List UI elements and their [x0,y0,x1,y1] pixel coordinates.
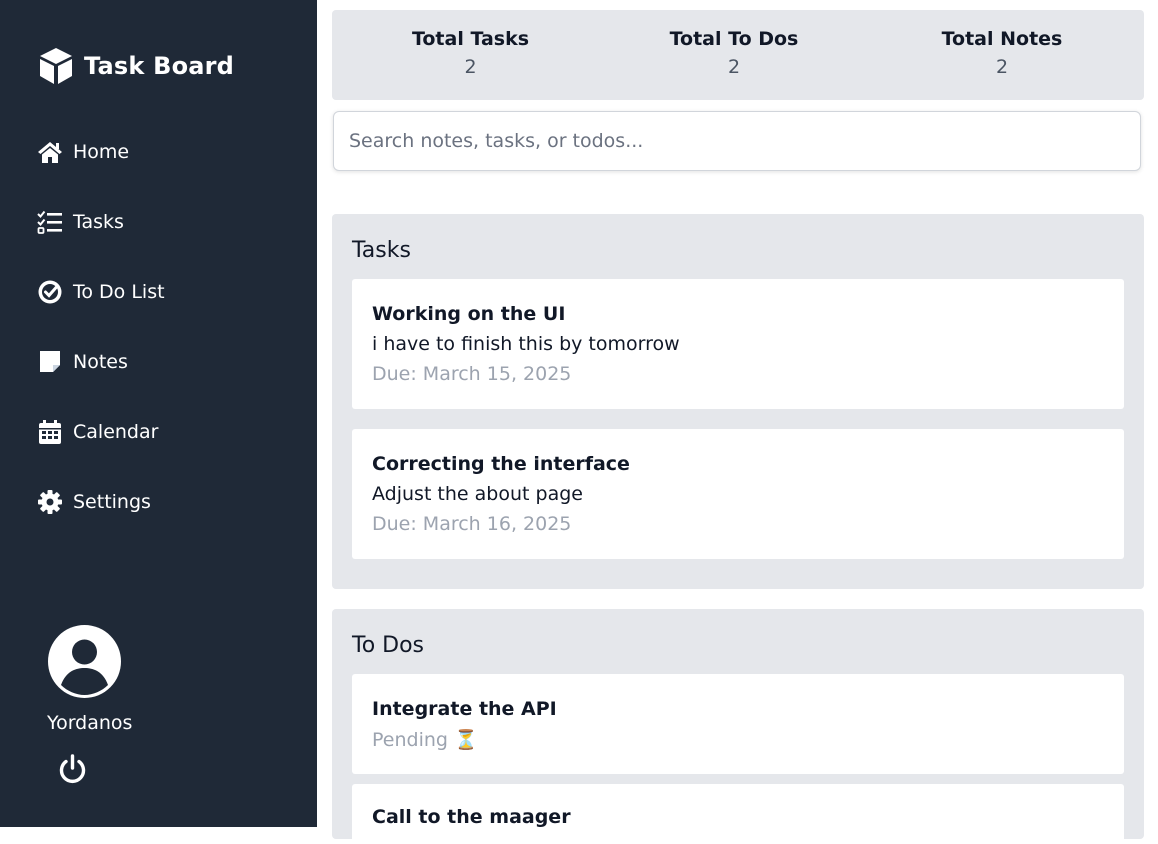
circle-check-icon [37,279,63,305]
sticky-note-icon [37,350,63,374]
task-due-date: Due: March 16, 2025 [372,513,572,535]
stats-bar: Total Tasks 2 Total To Dos 2 Total Notes… [332,10,1144,100]
stat-value: 2 [727,56,741,78]
task-description: Adjust the about page [372,483,583,505]
task-title: Correcting the interface [372,453,630,475]
search-input[interactable] [333,111,1141,171]
stat-total-tasks: Total Tasks 2 [402,28,539,78]
calendar-icon [37,419,63,445]
username: Yordanos [47,712,133,734]
tasks-section: Tasks Working on the UI i have to finish… [332,214,1144,589]
section-title: Tasks [352,238,411,263]
cube-icon [38,46,74,86]
user-circle-icon[interactable] [48,625,121,698]
list-check-icon [37,210,63,234]
sidebar-item-todo-list[interactable]: To Do List [37,277,165,307]
todo-status: Pending ⏳ [372,729,478,751]
sidebar: Task Board Home Tasks To Do List Notes C… [0,0,317,827]
todos-section: To Dos Integrate the API Pending ⏳ Call … [332,609,1144,844]
todo-title: Integrate the API [372,698,557,720]
section-title: To Dos [352,633,425,658]
task-description: i have to finish this by tomorrow [372,333,680,355]
gear-icon [37,489,63,515]
todo-title: Call to the maager [372,806,571,828]
stat-total-notes: Total Notes 2 [929,28,1075,78]
task-title: Working on the UI [372,303,566,325]
sidebar-item-notes[interactable]: Notes [37,347,128,377]
sidebar-item-label: To Do List [73,281,165,303]
sidebar-item-label: Notes [73,351,128,373]
task-card[interactable]: Correcting the interface Adjust the abou… [352,429,1124,559]
stat-total-todos: Total To Dos 2 [658,28,810,78]
stat-label: Total Notes [941,28,1063,50]
stat-value: 2 [995,56,1009,78]
brand[interactable]: Task Board [38,46,234,86]
sidebar-item-calendar[interactable]: Calendar [37,417,158,447]
sidebar-item-settings[interactable]: Settings [37,487,151,517]
sidebar-item-label: Home [73,141,130,163]
sidebar-item-label: Settings [73,491,151,513]
todo-card[interactable]: Call to the maager [352,784,1124,844]
stat-label: Total To Dos [669,28,799,50]
sidebar-item-label: Tasks [73,211,124,233]
brand-title: Task Board [84,52,235,80]
task-due-date: Due: March 15, 2025 [372,363,572,385]
home-icon [37,140,63,164]
stat-value: 2 [464,56,477,78]
sidebar-item-tasks[interactable]: Tasks [37,207,124,237]
sidebar-item-home[interactable]: Home [37,137,129,167]
sidebar-item-label: Calendar [73,421,159,443]
todo-card[interactable]: Integrate the API Pending ⏳ [352,674,1124,774]
power-icon[interactable] [56,753,89,786]
task-card[interactable]: Working on the UI i have to finish this … [352,279,1124,409]
stat-label: Total Tasks [411,28,530,50]
